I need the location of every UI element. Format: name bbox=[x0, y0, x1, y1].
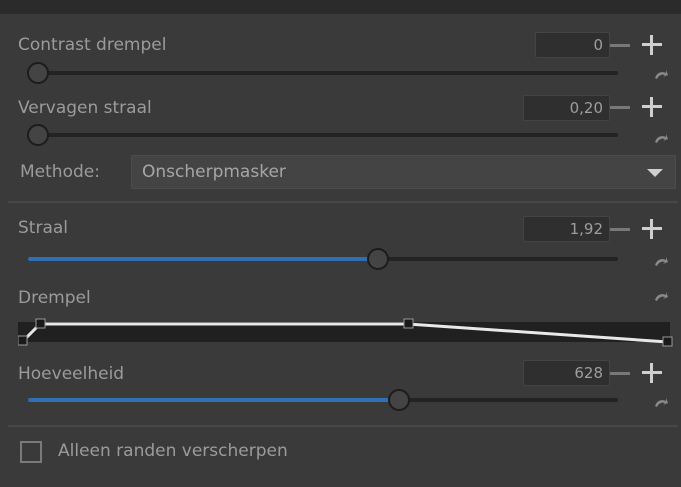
threshold-label: Drempel bbox=[18, 288, 91, 308]
plus-icon[interactable] bbox=[642, 35, 662, 55]
contrast-threshold-value[interactable]: 0 bbox=[535, 32, 610, 58]
radius-label: Straal bbox=[18, 218, 69, 238]
amount-slider-fill bbox=[28, 398, 400, 402]
contrast-threshold-slider-knob[interactable] bbox=[27, 62, 49, 84]
method-selected: Onscherpmasker bbox=[142, 162, 286, 182]
radius-slider-fill bbox=[28, 257, 378, 261]
edges-only-checkbox[interactable] bbox=[20, 441, 42, 463]
curve-handle[interactable] bbox=[403, 318, 414, 329]
section-divider bbox=[8, 425, 678, 427]
curve-handle[interactable] bbox=[18, 335, 28, 346]
curve-handle[interactable] bbox=[662, 336, 673, 347]
method-dropdown[interactable]: Onscherpmasker bbox=[131, 155, 676, 189]
radius-slider-knob[interactable] bbox=[367, 248, 389, 270]
amount-slider-knob[interactable] bbox=[388, 389, 410, 411]
reset-icon[interactable] bbox=[654, 132, 668, 144]
method-label: Methode: bbox=[20, 162, 100, 182]
plus-icon[interactable] bbox=[642, 219, 662, 239]
reset-icon[interactable] bbox=[654, 68, 668, 80]
reset-icon[interactable] bbox=[654, 290, 668, 302]
fade-radius-slider-knob[interactable] bbox=[27, 124, 49, 146]
amount-value[interactable]: 628 bbox=[523, 360, 610, 386]
amount-label: Hoeveelheid bbox=[18, 364, 125, 384]
curve-handle[interactable] bbox=[35, 318, 46, 329]
chevron-down-icon bbox=[647, 169, 663, 177]
minus-icon[interactable] bbox=[610, 44, 630, 47]
reset-icon[interactable] bbox=[654, 255, 668, 267]
radius-value[interactable]: 1,92 bbox=[523, 216, 610, 242]
minus-icon[interactable] bbox=[610, 372, 630, 375]
minus-icon[interactable] bbox=[610, 106, 630, 109]
fade-radius-value[interactable]: 0,20 bbox=[523, 95, 610, 121]
contrast-threshold-label: Contrast drempel bbox=[18, 35, 167, 55]
fade-radius-label: Vervagen straal bbox=[18, 98, 152, 118]
section-divider bbox=[8, 201, 678, 203]
plus-icon[interactable] bbox=[642, 363, 662, 383]
top-edge bbox=[0, 0, 681, 14]
plus-icon[interactable] bbox=[642, 97, 662, 117]
contrast-threshold-slider-track[interactable] bbox=[28, 71, 618, 75]
threshold-curve[interactable] bbox=[18, 318, 678, 348]
reset-icon[interactable] bbox=[654, 396, 668, 408]
edges-only-label: Alleen randen verscherpen bbox=[58, 441, 288, 461]
minus-icon[interactable] bbox=[610, 228, 630, 231]
fade-radius-slider-track[interactable] bbox=[28, 133, 618, 137]
